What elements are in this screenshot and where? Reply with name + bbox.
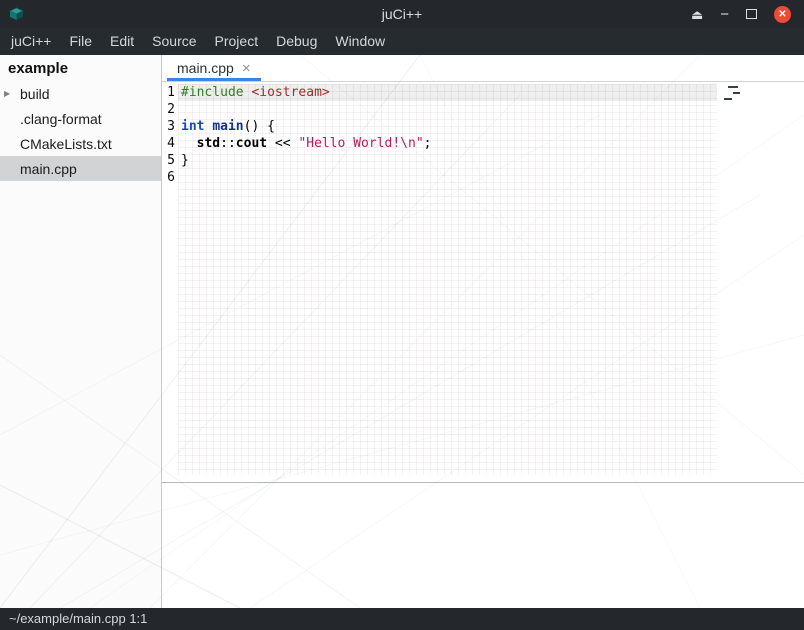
window-controls: ⏏ − ✕ <box>691 6 804 23</box>
line-content: int main() { <box>181 119 275 134</box>
token-keyword: int <box>181 119 204 134</box>
terminal-panel[interactable] <box>162 482 804 608</box>
file-tree-panel: example ▶build .clang-format CMakeLists.tx… <box>0 55 162 608</box>
line-number: 6 <box>165 169 175 186</box>
expander-icon[interactable]: ▶ <box>0 89 18 98</box>
eject-button[interactable]: ⏏ <box>691 8 703 21</box>
line-content: #include <iostream> <box>181 85 330 100</box>
code-line-1[interactable]: 1 #include <iostream> <box>162 84 804 101</box>
close-button[interactable]: ✕ <box>774 6 791 23</box>
tree-root-folder[interactable]: example <box>0 55 161 81</box>
code-line-4[interactable]: 4 std::cout << "Hello World!\n"; <box>162 135 804 152</box>
window-title: juCi++ <box>0 6 804 22</box>
token-plain: ; <box>424 136 432 151</box>
menubar: juCi++FileEditSourceProjectDebugWindow <box>0 28 804 55</box>
menu-item-window[interactable]: Window <box>326 28 394 55</box>
code-line-2[interactable]: 2 <box>162 101 804 118</box>
token-plain: :: <box>220 136 236 151</box>
tree-item-cmakelists-txt[interactable]: CMakeLists.txt <box>0 131 161 156</box>
tab-main-cpp[interactable]: main.cpp × <box>167 60 261 81</box>
line-number: 5 <box>165 152 175 169</box>
tab-bar: main.cpp × <box>162 55 804 82</box>
token-plain: << <box>267 136 298 151</box>
tab-close-icon[interactable]: × <box>242 61 251 76</box>
menu-item-file[interactable]: File <box>60 28 101 55</box>
line-number: 1 <box>165 84 175 101</box>
token-include-path: <iostream> <box>251 85 329 100</box>
restore-button[interactable] <box>746 9 757 19</box>
code-line-5[interactable]: 5} <box>162 152 804 169</box>
status-bar: ~/example/main.cpp 1:1 <box>0 608 804 630</box>
token-plain: } <box>181 153 189 168</box>
menu-item-debug[interactable]: Debug <box>267 28 326 55</box>
menu-item-edit[interactable]: Edit <box>101 28 143 55</box>
menu-item-project[interactable]: Project <box>206 28 268 55</box>
token-plain: () { <box>244 119 275 134</box>
tree-item-label: CMakeLists.txt <box>18 136 112 152</box>
tree-item-label: build <box>18 86 50 102</box>
jucipp-logo-icon <box>8 6 25 22</box>
jucipp-window: juCi++ ⏏ − ✕ juCi++FileEditSourceProject… <box>0 0 804 630</box>
line-content: std::cout << "Hello World!\n"; <box>181 136 431 151</box>
tree-items: ▶build .clang-format CMakeLists.txt main.cp… <box>0 81 161 181</box>
token-namespace: cout <box>236 136 267 151</box>
status-file-position: ~/example/main.cpp 1:1 <box>9 611 147 626</box>
tree-item-build[interactable]: ▶build <box>0 81 161 106</box>
menu-item-juci[interactable]: juCi++ <box>2 28 60 55</box>
code-lines: 1#include <iostream>23int main() {4 std:… <box>162 82 804 186</box>
menu-item-source[interactable]: Source <box>143 28 205 55</box>
tree-item-label: .clang-format <box>18 111 102 127</box>
code-line-6[interactable]: 6 <box>162 169 804 186</box>
token-plain <box>181 136 197 151</box>
line-number: 3 <box>165 118 175 135</box>
token-namespace: std <box>197 136 220 151</box>
code-editor[interactable]: 1#include <iostream>23int main() {4 std:… <box>162 82 804 482</box>
titlebar: juCi++ ⏏ − ✕ <box>0 0 804 28</box>
line-content: } <box>181 153 189 168</box>
content-area: example ▶build .clang-format CMakeLists.tx… <box>0 55 804 608</box>
token-preprocessor: #include <box>181 85 244 100</box>
tree-item-main-cpp[interactable]: main.cpp <box>0 156 161 181</box>
tab-label: main.cpp <box>177 60 234 76</box>
code-line-3[interactable]: 3 int main() { <box>162 118 804 135</box>
editor-column: main.cpp × 1 #include <iostream> 23 int mai… <box>162 55 804 608</box>
line-number: 4 <box>165 135 175 152</box>
token-string: "Hello World!\n" <box>298 136 423 151</box>
token-function: main <box>212 119 243 134</box>
line-number: 2 <box>165 101 175 118</box>
minimize-button[interactable]: − <box>720 7 729 22</box>
tree-item-label: main.cpp <box>18 161 77 177</box>
tree-item-clang-format[interactable]: .clang-format <box>0 106 161 131</box>
